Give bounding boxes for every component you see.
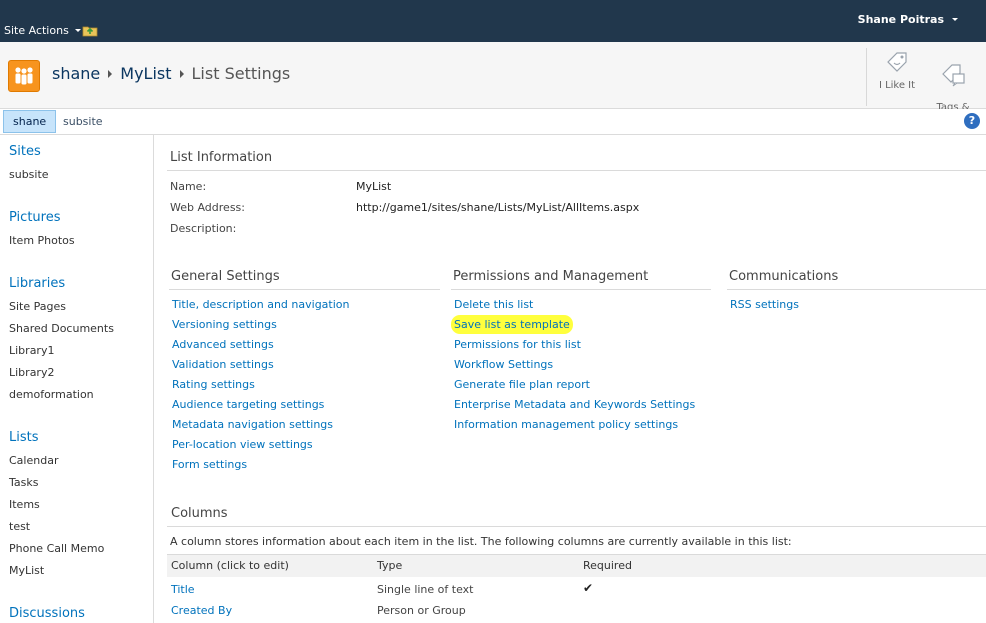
ql-item-shared-documents[interactable]: Shared Documents (9, 322, 114, 335)
ql-item-phone-call-memo[interactable]: Phone Call Memo (9, 542, 104, 555)
tab-subsite[interactable]: subsite (54, 110, 112, 133)
name-label: Name: (170, 180, 207, 193)
divider (167, 526, 986, 527)
title-bar: shane MyList List Settings I Like It Tag… (0, 42, 986, 125)
ql-heading-lists[interactable]: Lists (9, 430, 39, 445)
ql-item-library2[interactable]: Library2 (9, 366, 54, 379)
link-audience-targeting-settings[interactable]: Audience targeting settings (172, 398, 324, 411)
link-permissions-for-this-list[interactable]: Permissions for this list (454, 338, 581, 351)
web-address-label: Web Address: (170, 201, 245, 214)
ql-item-item-photos[interactable]: Item Photos (9, 234, 75, 247)
ql-item-subsite[interactable]: subsite (9, 168, 49, 181)
chevron-down-icon (952, 18, 958, 21)
tab-shane[interactable]: shane (3, 110, 57, 133)
general-settings-title: General Settings (171, 269, 280, 284)
columns-description: A column stores information about each i… (170, 535, 792, 548)
divider (451, 289, 711, 290)
ql-item-tasks[interactable]: Tasks (9, 476, 38, 489)
ql-item-demoformation[interactable]: demoformation (9, 388, 94, 401)
column-header-required: Required (583, 559, 632, 572)
ql-heading-libraries[interactable]: Libraries (9, 276, 65, 291)
link-enterprise-metadata-keywords[interactable]: Enterprise Metadata and Keywords Setting… (454, 398, 695, 411)
ql-item-site-pages[interactable]: Site Pages (9, 300, 66, 313)
list-information-title: List Information (170, 150, 273, 165)
divider (169, 289, 440, 290)
column-created-by-type: Person or Group (377, 604, 466, 617)
ql-item-test[interactable]: test (9, 520, 30, 533)
user-menu[interactable]: Shane Poitras (858, 13, 958, 26)
ql-heading-discussions[interactable]: Discussions (9, 606, 85, 621)
ql-heading-pictures[interactable]: Pictures (9, 210, 60, 225)
column-header-type: Type (377, 559, 403, 572)
columns-title: Columns (171, 506, 228, 521)
column-created-by-link[interactable]: Created By (171, 604, 232, 617)
link-delete-this-list[interactable]: Delete this list (454, 298, 533, 311)
link-versioning-settings[interactable]: Versioning settings (172, 318, 277, 331)
columns-table-header: Column (click to edit) Type Required (167, 554, 986, 577)
column-title-link[interactable]: Title (171, 583, 195, 596)
link-validation-settings[interactable]: Validation settings (172, 358, 274, 371)
breadcrumb-site[interactable]: shane (52, 64, 100, 83)
link-generate-file-plan-report[interactable]: Generate file plan report (454, 378, 590, 391)
link-save-list-as-template[interactable]: Save list as template (454, 318, 570, 331)
permissions-management-title: Permissions and Management (453, 269, 649, 284)
top-link-bar: shane subsite ? (0, 109, 986, 135)
ql-item-items[interactable]: Items (9, 498, 40, 511)
web-address-value: http://game1/sites/shane/Lists/MyList/Al… (356, 201, 640, 214)
name-value: MyList (356, 180, 392, 193)
breadcrumb-list[interactable]: MyList (120, 64, 171, 83)
link-rating-settings[interactable]: Rating settings (172, 378, 255, 391)
site-actions-label: Site Actions (4, 24, 69, 37)
top-ribbon: Site Actions Shane Poitras (0, 0, 986, 42)
ql-item-calendar[interactable]: Calendar (9, 454, 58, 467)
i-like-it-button[interactable]: I Like It (867, 50, 927, 91)
help-icon[interactable]: ? (964, 113, 980, 129)
breadcrumb-arrow-icon (108, 70, 113, 78)
link-workflow-settings[interactable]: Workflow Settings (454, 358, 553, 371)
tags-notes-icon (942, 64, 965, 87)
ql-heading-sites[interactable]: Sites (9, 144, 41, 159)
column-header-name[interactable]: Column (click to edit) (171, 559, 289, 572)
link-metadata-navigation-settings[interactable]: Metadata navigation settings (172, 418, 333, 431)
link-per-location-view-settings[interactable]: Per-location view settings (172, 438, 313, 451)
required-check-icon: ✔ (583, 581, 594, 595)
page-title: List Settings (191, 64, 291, 83)
navigate-up-icon[interactable] (82, 23, 98, 37)
divider (727, 289, 986, 290)
chevron-down-icon (74, 29, 81, 32)
column-title-type: Single line of text (377, 583, 474, 596)
breadcrumb: shane MyList List Settings (52, 64, 290, 83)
link-advanced-settings[interactable]: Advanced settings (172, 338, 274, 351)
divider (167, 170, 986, 171)
people-icon (15, 67, 33, 85)
communications-title: Communications (729, 269, 839, 284)
ql-item-mylist[interactable]: MyList (9, 564, 44, 577)
link-form-settings[interactable]: Form settings (172, 458, 247, 471)
link-rss-settings[interactable]: RSS settings (730, 298, 799, 311)
site-logo[interactable] (8, 60, 40, 92)
link-title-description-navigation[interactable]: Title, description and navigation (172, 298, 350, 311)
link-information-management-policy[interactable]: Information management policy settings (454, 418, 678, 431)
quick-launch: Sites subsite Pictures Item Photos Libra… (0, 135, 154, 623)
i-like-it-label: I Like It (878, 80, 916, 91)
user-name: Shane Poitras (857, 13, 944, 26)
main-content: List Information Name: MyList Web Addres… (154, 135, 986, 623)
site-actions-menu[interactable]: Site Actions (4, 24, 81, 37)
breadcrumb-arrow-icon (179, 70, 184, 78)
like-tag-icon (887, 52, 907, 72)
ql-item-library1[interactable]: Library1 (9, 344, 54, 357)
description-label: Description: (170, 222, 237, 235)
